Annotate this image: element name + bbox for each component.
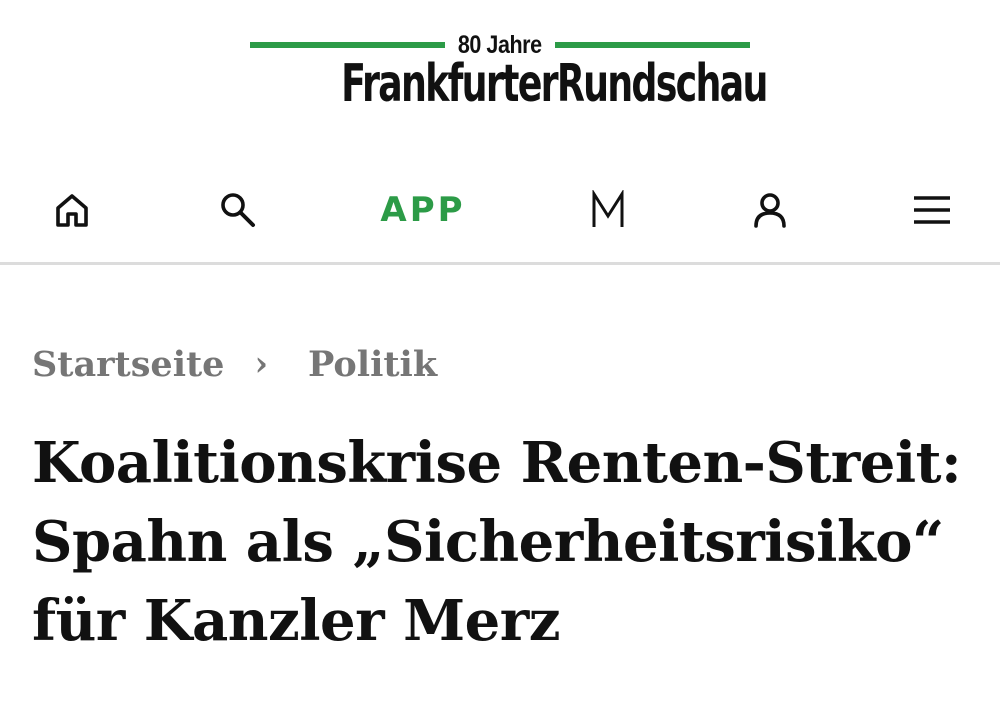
m-logo-button[interactable] — [580, 186, 636, 234]
home-button[interactable] — [44, 186, 100, 234]
site-logo-text: FrankfurterRundschau — [341, 54, 768, 114]
search-button[interactable] — [208, 186, 268, 234]
app-button[interactable]: APP — [360, 186, 486, 234]
app-label: APP — [380, 190, 466, 230]
article-headline: Koalitionskrise Renten-Streit: Spahn als… — [32, 430, 962, 654]
anniversary-line-left — [250, 42, 446, 48]
user-icon — [754, 193, 786, 228]
masthead: 80 Jahre FrankfurterRundschau — [0, 0, 1000, 140]
main-navbar: APP — [0, 166, 1000, 265]
breadcrumb-home-link[interactable]: Startseite — [32, 344, 224, 385]
breadcrumb-politik-link[interactable]: Politik — [308, 344, 437, 385]
site-logo[interactable]: FrankfurterRundschau — [250, 56, 768, 112]
anniversary-line-right — [554, 42, 750, 48]
menu-button[interactable] — [904, 186, 960, 234]
search-icon — [221, 193, 255, 227]
breadcrumb: Startseite › Politik — [32, 338, 437, 390]
breadcrumb-separator-icon: › — [254, 344, 269, 384]
home-icon — [56, 194, 88, 227]
account-button[interactable] — [740, 186, 800, 234]
m-logo-icon — [592, 190, 624, 227]
menu-icon — [914, 196, 950, 224]
